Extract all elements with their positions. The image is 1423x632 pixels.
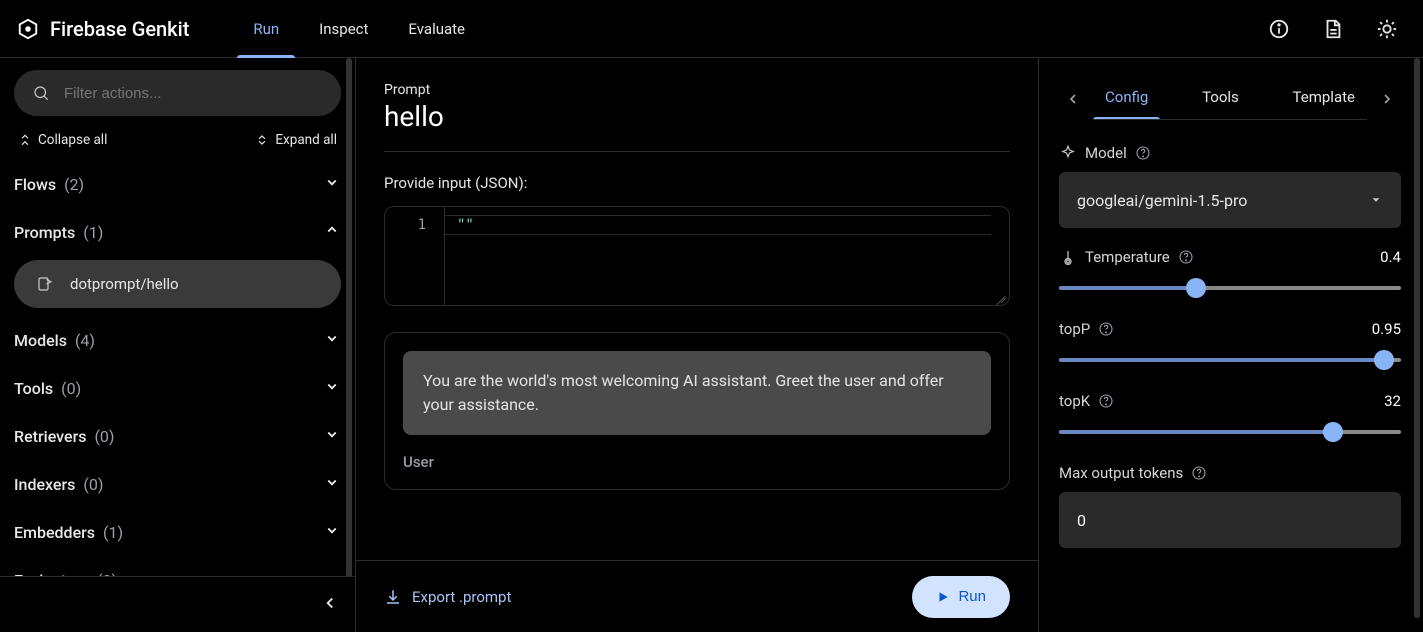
tabs-scroll-left-icon[interactable]	[1059, 91, 1087, 107]
message-preview: You are the world's most welcoming AI as…	[384, 332, 1010, 490]
section-flows[interactable]: Flows (2)	[14, 160, 341, 208]
header-actions	[1259, 9, 1415, 49]
help-icon[interactable]	[1178, 249, 1194, 265]
sparkle-icon	[1059, 144, 1077, 162]
config-scrollbar[interactable]	[1414, 58, 1420, 618]
sidebar-scrollbar[interactable]	[343, 58, 355, 578]
config-tabs: Config Tools Template	[1059, 78, 1401, 120]
section-tools[interactable]: Tools (0)	[14, 364, 341, 412]
config-tab-tools[interactable]: Tools	[1190, 78, 1251, 120]
input-label: Provide input (JSON):	[384, 174, 1010, 192]
prompt-editor: Prompt hello Provide input (JSON): 1 "" …	[356, 58, 1039, 632]
topp-value: 0.95	[1372, 320, 1401, 338]
config-tab-template[interactable]: Template	[1281, 78, 1367, 120]
temperature-label: Temperature	[1085, 248, 1170, 266]
play-icon	[936, 590, 950, 604]
topp-slider[interactable]	[1059, 348, 1401, 372]
thermometer-icon	[1059, 248, 1077, 266]
help-icon[interactable]	[1098, 393, 1114, 409]
expand-icon	[255, 133, 269, 147]
app-logo: Firebase Genkit	[16, 17, 189, 41]
sidebar-footer	[0, 576, 355, 632]
chevron-down-icon	[323, 425, 341, 447]
help-icon[interactable]	[1098, 321, 1114, 337]
temperature-slider[interactable]	[1059, 276, 1401, 300]
help-icon[interactable]	[1191, 465, 1207, 481]
sidebar: Collapse all Expand all Flows (2) Prompt…	[0, 58, 356, 632]
role-user-label: User	[403, 453, 991, 471]
chevron-down-icon	[323, 521, 341, 543]
chevron-down-icon	[323, 329, 341, 351]
tab-evaluate[interactable]: Evaluate	[408, 0, 465, 57]
json-input[interactable]: 1 ""	[384, 206, 1010, 306]
code-gutter: 1	[385, 207, 445, 305]
chevron-down-icon	[323, 173, 341, 195]
collapse-all[interactable]: Collapse all	[18, 132, 107, 148]
search-icon	[32, 84, 50, 102]
header-tabs: Run Inspect Evaluate	[253, 0, 465, 57]
collapse-expand-row: Collapse all Expand all	[14, 126, 341, 160]
prompt-title: hello	[384, 100, 1010, 133]
section-indexers[interactable]: Indexers (0)	[14, 460, 341, 508]
model-select[interactable]: googleai/gemini-1.5-pro	[1059, 172, 1401, 228]
docs-icon[interactable]	[1313, 9, 1353, 49]
chevron-down-icon	[323, 473, 341, 495]
editor-footer: Export .prompt Run	[356, 560, 1038, 632]
info-icon[interactable]	[1259, 9, 1299, 49]
collapse-sidebar-icon[interactable]	[321, 594, 339, 616]
chevron-down-icon	[323, 377, 341, 399]
app-header: Firebase Genkit Run Inspect Evaluate	[0, 0, 1423, 58]
genkit-logo-icon	[16, 17, 40, 41]
sidebar-item-label: dotprompt/hello	[70, 275, 179, 293]
config-tab-config[interactable]: Config	[1093, 78, 1160, 120]
config-panel: Config Tools Template Model googleai/gem…	[1039, 58, 1423, 632]
topp-label: topP	[1059, 320, 1090, 338]
search-input[interactable]	[62, 84, 323, 103]
help-icon[interactable]	[1135, 145, 1151, 161]
prompt-file-icon	[36, 275, 54, 293]
collapse-icon	[18, 133, 32, 147]
tabs-scroll-right-icon[interactable]	[1373, 91, 1401, 107]
dropdown-caret-icon	[1369, 193, 1383, 207]
section-prompts[interactable]: Prompts (1)	[14, 208, 341, 256]
topk-value: 32	[1384, 392, 1401, 410]
section-embedders[interactable]: Embedders (1)	[14, 508, 341, 556]
resize-handle-icon[interactable]	[993, 291, 1005, 303]
export-prompt-button[interactable]: Export .prompt	[384, 588, 511, 606]
section-retrievers[interactable]: Retrievers (0)	[14, 412, 341, 460]
topk-label: topK	[1059, 392, 1090, 410]
section-models[interactable]: Models (4)	[14, 316, 341, 364]
app-name: Firebase Genkit	[50, 17, 189, 41]
tab-run[interactable]: Run	[253, 0, 279, 57]
max-tokens-input[interactable]: 0	[1059, 492, 1401, 548]
temperature-value: 0.4	[1380, 248, 1401, 266]
prompt-kind-label: Prompt	[384, 82, 1010, 98]
download-icon	[384, 588, 402, 606]
sidebar-search[interactable]	[14, 70, 341, 116]
expand-all[interactable]: Expand all	[255, 132, 337, 148]
max-tokens-label: Max output tokens	[1059, 464, 1183, 482]
tab-inspect[interactable]: Inspect	[319, 0, 368, 57]
chevron-up-icon	[323, 221, 341, 243]
topk-slider[interactable]	[1059, 420, 1401, 444]
sidebar-item-prompt-hello[interactable]: dotprompt/hello	[14, 260, 341, 308]
code-area[interactable]: ""	[445, 207, 1009, 305]
run-button[interactable]: Run	[912, 576, 1010, 618]
system-message: You are the world's most welcoming AI as…	[403, 351, 991, 435]
model-label: Model	[1085, 144, 1127, 162]
theme-toggle-icon[interactable]	[1367, 9, 1407, 49]
